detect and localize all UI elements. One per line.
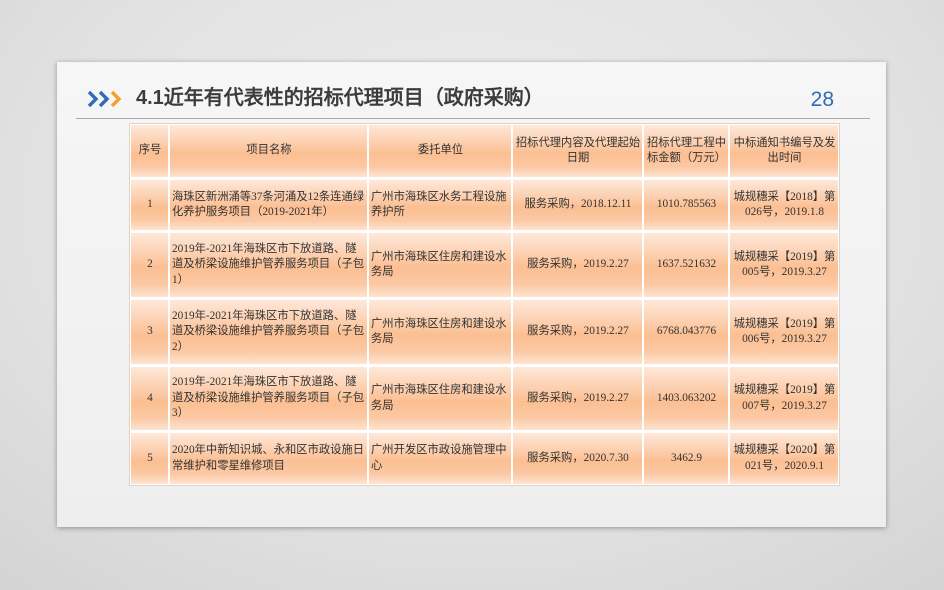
cell-notice: 城规穗采【2020】第021号，2020.9.1 (730, 433, 838, 484)
cell-no: 3 (131, 300, 168, 364)
cell-content: 服务采购，2018.12.11 (513, 180, 642, 230)
cell-content: 服务采购，2020.7.30 (513, 433, 642, 484)
header-cell-amount: 招标代理工程中标金额（万元） (644, 125, 728, 177)
projects-table: 序号 项目名称 委托单位 招标代理内容及代理起始日期 招标代理工程中标金额（万元… (130, 124, 839, 485)
header-cell-notice: 中标通知书编号及发出时间 (730, 125, 838, 177)
cell-name: 海珠区新洲涌等37条河涌及12条连通绿化养护服务项目（2019-2021年） (170, 180, 367, 230)
cell-content: 服务采购，2019.2.27 (513, 300, 642, 364)
cell-name: 2019年-2021年海珠区市下放道路、隧道及桥梁设施维护管养服务项目（子包3） (170, 367, 367, 430)
cell-name: 2020年中新知识城、永和区市政设施日常维护和零星维修项目 (170, 433, 367, 484)
cell-no: 5 (131, 433, 168, 484)
cell-client: 广州市海珠区水务工程设施养护所 (369, 180, 511, 230)
header-cell-content: 招标代理内容及代理起始日期 (513, 125, 642, 177)
chevron-right-icon (110, 90, 122, 108)
header-cell-no: 序号 (131, 125, 168, 177)
cell-client: 广州开发区市政设施管理中心 (369, 433, 511, 484)
table-row: 2 2019年-2021年海珠区市下放道路、隧道及桥梁设施维护管养服务项目（子包… (131, 233, 838, 297)
chevron-right-icon (98, 90, 110, 108)
cell-amount: 6768.043776 (644, 300, 728, 364)
table-row: 5 2020年中新知识城、永和区市政设施日常维护和零星维修项目 广州开发区市政设… (131, 433, 838, 484)
slide-title: 4.1近年有代表性的招标代理项目（政府采购） (136, 87, 544, 109)
cell-name: 2019年-2021年海珠区市下放道路、隧道及桥梁设施维护管养服务项目（子包1） (170, 233, 367, 297)
cell-client: 广州市海珠区住房和建设水务局 (369, 300, 511, 364)
cell-name: 2019年-2021年海珠区市下放道路、隧道及桥梁设施维护管养服务项目（子包2） (170, 300, 367, 364)
cell-no: 2 (131, 233, 168, 297)
header-cell-client: 委托单位 (369, 125, 511, 177)
cell-client: 广州市海珠区住房和建设水务局 (369, 233, 511, 297)
cell-notice: 城规穗采【2018】第026号，2019.1.8 (730, 180, 838, 230)
page-number: 28 (810, 88, 834, 111)
cell-no: 1 (131, 180, 168, 230)
cell-amount: 1403.063202 (644, 367, 728, 430)
cell-notice: 城规穗采【2019】第007号，2019.3.27 (730, 367, 838, 430)
header-cell-name: 项目名称 (170, 125, 367, 177)
cell-amount: 1637.521632 (644, 233, 728, 297)
cell-amount: 1010.785563 (644, 180, 728, 230)
cell-amount: 3462.9 (644, 433, 728, 484)
cell-no: 4 (131, 367, 168, 430)
table-row: 3 2019年-2021年海珠区市下放道路、隧道及桥梁设施维护管养服务项目（子包… (131, 300, 838, 364)
table-header-row: 序号 项目名称 委托单位 招标代理内容及代理起始日期 招标代理工程中标金额（万元… (131, 125, 838, 177)
title-divider (76, 118, 870, 119)
cell-notice: 城规穗采【2019】第005号，2019.3.27 (730, 233, 838, 297)
triple-chevron-right-icon (87, 90, 122, 108)
table-row: 1 海珠区新洲涌等37条河涌及12条连通绿化养护服务项目（2019-2021年）… (131, 180, 838, 230)
cell-content: 服务采购，2019.2.27 (513, 367, 642, 430)
chevron-right-icon (87, 90, 99, 108)
cell-content: 服务采购，2019.2.27 (513, 233, 642, 297)
table-row: 4 2019年-2021年海珠区市下放道路、隧道及桥梁设施维护管养服务项目（子包… (131, 367, 838, 430)
cell-client: 广州市海珠区住房和建设水务局 (369, 367, 511, 430)
slide: 4.1近年有代表性的招标代理项目（政府采购） 28 序号 项目名称 委托单位 招… (57, 62, 886, 527)
cell-notice: 城规穗采【2019】第006号，2019.3.27 (730, 300, 838, 364)
